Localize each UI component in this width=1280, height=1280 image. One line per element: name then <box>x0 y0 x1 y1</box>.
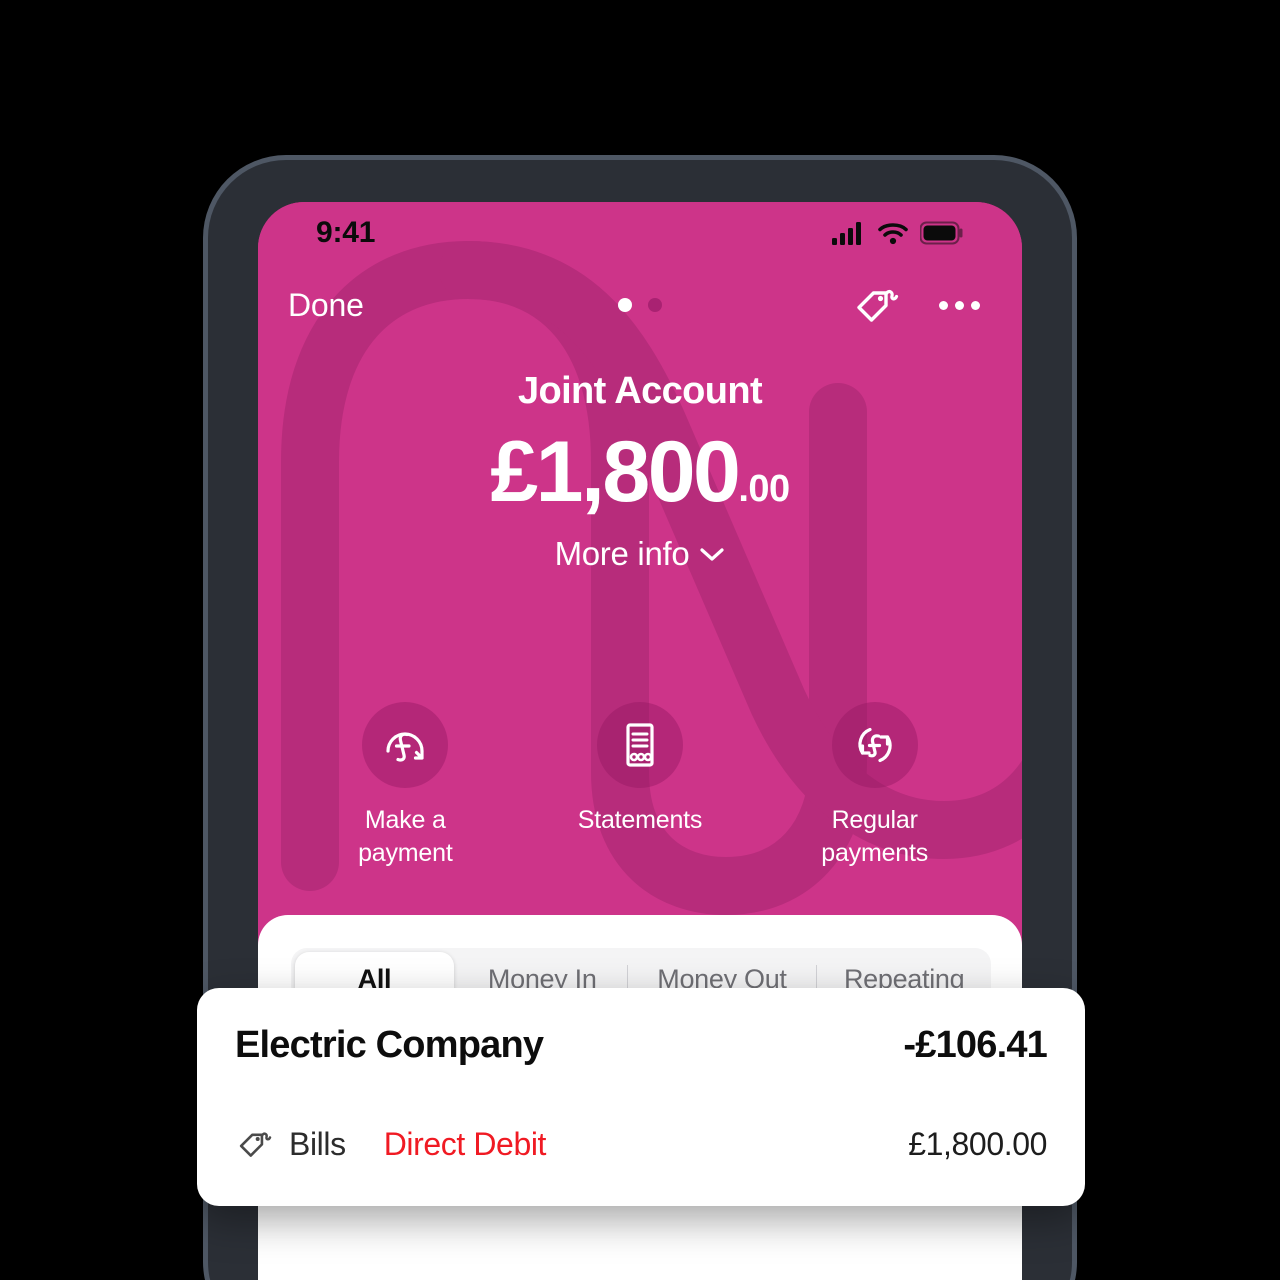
pound-recurring-icon <box>858 727 892 763</box>
nav-bar: Done <box>258 264 1022 346</box>
action-statements[interactable]: Statements <box>545 702 735 870</box>
more-info-button[interactable]: More info <box>555 535 726 573</box>
balance-block: Joint Account £1,800 .00 More info <box>258 370 1022 573</box>
action-circle <box>362 702 449 788</box>
action-circle <box>596 702 683 788</box>
action-label-line2: payment <box>358 839 453 867</box>
status-bar: 9:41 <box>258 202 1022 264</box>
detail-amount: -£106.41 <box>903 1024 1047 1066</box>
action-label: Statements <box>545 804 735 837</box>
detail-category-label: Bills <box>289 1125 346 1162</box>
detail-top-row: Electric Company -£106.41 <box>235 1024 1048 1067</box>
detail-merchant-name: Electric Company <box>235 1024 544 1066</box>
action-label: Make a payment <box>310 804 500 870</box>
account-header: 9:41 Done Joint Account £1,800 .00 More … <box>258 202 1022 915</box>
nav-right-actions <box>851 281 982 329</box>
balance-major: £1,800 <box>490 424 741 520</box>
transaction-detail-card[interactable]: Electric Company -£106.41 Bills Direct D… <box>197 988 1085 1206</box>
action-label-line2: payments <box>821 839 929 867</box>
action-make-a-payment[interactable]: Make a payment <box>310 702 500 870</box>
detail-payment-method: Direct Debit <box>383 1125 547 1162</box>
action-label: Regular payments <box>780 804 970 870</box>
account-balance: £1,800 .00 <box>258 429 1022 515</box>
action-label-line1: Regular <box>831 806 918 834</box>
detail-bottom-row: Bills Direct Debit £1,800.00 <box>235 1124 1047 1164</box>
quick-actions: Make a payment Statements Regular paymen… <box>258 702 1022 870</box>
page-title: Joint Account <box>517 370 763 412</box>
page-dot-1[interactable] <box>618 298 632 312</box>
action-circle <box>831 702 918 788</box>
document-statement-icon <box>626 723 654 767</box>
cellular-signal-icon <box>832 222 861 245</box>
action-label-line1: Make a <box>364 806 446 834</box>
battery-full-icon <box>920 221 963 245</box>
status-icons <box>832 221 964 245</box>
action-regular-payments[interactable]: Regular payments <box>780 702 970 870</box>
tag-icon[interactable] <box>851 281 903 329</box>
pound-payment-icon <box>386 732 424 762</box>
more-options-icon[interactable] <box>937 295 982 316</box>
page-dot-2[interactable] <box>648 298 662 312</box>
balance-minor: .00 <box>738 468 790 510</box>
chevron-down-icon <box>700 548 725 561</box>
detail-category[interactable]: Bills <box>235 1124 346 1164</box>
action-label-line1: Statements <box>577 806 703 834</box>
detail-running-balance: £1,800.00 <box>908 1125 1047 1162</box>
tag-icon <box>239 1132 272 1157</box>
more-info-label: More info <box>554 535 690 572</box>
done-button[interactable]: Done <box>288 287 364 324</box>
status-time: 9:41 <box>316 216 376 249</box>
wifi-icon <box>878 223 908 245</box>
